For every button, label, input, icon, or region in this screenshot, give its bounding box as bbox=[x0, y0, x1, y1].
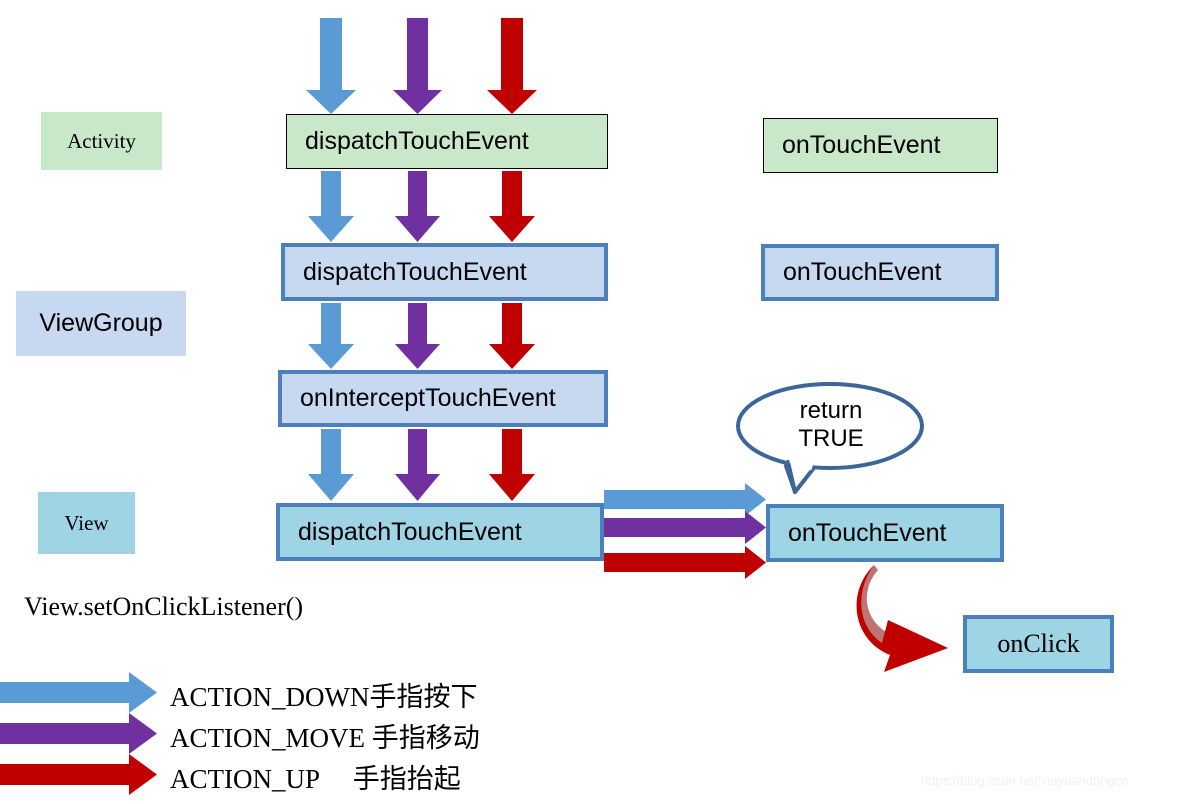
node-activity-on-touch-event[interactable]: onTouchEvent bbox=[763, 118, 998, 173]
arrow-action-down-activity-to-viewgroup bbox=[308, 171, 354, 242]
arrow-action-down-dispatch-to-intercept bbox=[308, 303, 354, 369]
node-viewgroup-on-intercept-touch-event[interactable]: onInterceptTouchEvent bbox=[278, 370, 608, 427]
legend-item-action-up: ACTION_UP 手指抬起 bbox=[170, 757, 461, 796]
legend-action-move-cn: 手指移动 bbox=[371, 723, 480, 753]
legend-action-up-action: ACTION_UP bbox=[170, 764, 320, 794]
legend-action-up-gap bbox=[319, 764, 353, 794]
legend-action-down-action: ACTION_DOWN bbox=[170, 682, 370, 712]
legend-item-action-down: ACTION_DOWN手指按下 bbox=[170, 675, 477, 714]
layer-key-activity: Activity bbox=[41, 112, 162, 170]
legend-item-action-move: ACTION_MOVE 手指移动 bbox=[170, 716, 480, 755]
node-view-on-touch-event-label: onTouchEvent bbox=[788, 518, 947, 547]
callout-return-true-text: return TRUE bbox=[798, 397, 864, 453]
legend-arrow-action-up bbox=[0, 754, 157, 795]
arrow-action-up-intercept-to-view bbox=[489, 429, 535, 501]
layer-key-viewgroup-label: ViewGroup bbox=[39, 309, 163, 337]
node-viewgroup-on-touch-event-label: onTouchEvent bbox=[783, 258, 942, 286]
node-viewgroup-on-intercept-touch-event-label: onInterceptTouchEvent bbox=[300, 384, 556, 412]
arrow-action-move-top bbox=[393, 18, 442, 114]
arrow-action-move-dispatch-to-intercept bbox=[395, 303, 440, 369]
legend-arrow-action-down bbox=[0, 672, 157, 713]
node-view-dispatch-touch-event[interactable]: dispatchTouchEvent bbox=[276, 503, 604, 561]
arrow-action-move-activity-to-viewgroup bbox=[395, 171, 440, 242]
watermark: https://blog.csdn.net/xiayuandongcn bbox=[921, 773, 1129, 788]
legend-arrow-action-move bbox=[0, 713, 157, 754]
node-viewgroup-on-touch-event[interactable]: onTouchEvent bbox=[761, 244, 999, 301]
layer-key-view: View bbox=[38, 492, 135, 554]
layer-key-activity-label: Activity bbox=[67, 128, 136, 153]
arrow-action-down-view-dispatch-to-ontouch bbox=[604, 483, 766, 516]
arrow-action-up-activity-to-viewgroup bbox=[489, 171, 535, 242]
legend-action-up-cn: 手指抬起 bbox=[352, 764, 461, 794]
node-activity-dispatch-touch-event[interactable]: dispatchTouchEvent bbox=[286, 114, 608, 169]
node-on-click[interactable]: onClick bbox=[963, 615, 1114, 673]
arrow-action-down-intercept-to-view bbox=[308, 429, 354, 501]
node-on-click-label: onClick bbox=[997, 629, 1080, 658]
legend-action-down-cn: 手指按下 bbox=[369, 682, 478, 712]
node-activity-on-touch-event-label: onTouchEvent bbox=[782, 131, 941, 159]
node-view-on-touch-event[interactable]: onTouchEvent bbox=[766, 504, 1004, 562]
caption-set-on-click-listener: View.setOnClickListener() bbox=[24, 592, 304, 621]
arrow-action-move-view-dispatch-to-ontouch bbox=[604, 511, 766, 544]
node-viewgroup-dispatch-touch-event-label: dispatchTouchEvent bbox=[303, 257, 527, 286]
arrow-action-up-top bbox=[487, 18, 537, 114]
layer-key-viewgroup: ViewGroup bbox=[16, 291, 186, 356]
node-viewgroup-dispatch-touch-event[interactable]: dispatchTouchEvent bbox=[281, 243, 608, 301]
arrow-action-move-intercept-to-view bbox=[395, 429, 440, 501]
node-activity-dispatch-touch-event-label: dispatchTouchEvent bbox=[305, 127, 529, 155]
arrow-ontouch-to-onclick bbox=[856, 565, 948, 672]
layer-key-view-label: View bbox=[64, 510, 109, 535]
legend-action-move-action: ACTION_MOVE bbox=[170, 723, 365, 753]
arrow-action-up-dispatch-to-intercept bbox=[489, 303, 535, 369]
node-view-dispatch-touch-event-label: dispatchTouchEvent bbox=[298, 517, 522, 546]
arrow-action-up-view-dispatch-to-ontouch bbox=[604, 546, 766, 579]
arrow-action-down-top bbox=[306, 18, 356, 114]
diagram-canvas: Activity ViewGroup View dispatchTouchEve… bbox=[0, 0, 1181, 804]
legend-action-move-gap bbox=[365, 723, 372, 753]
